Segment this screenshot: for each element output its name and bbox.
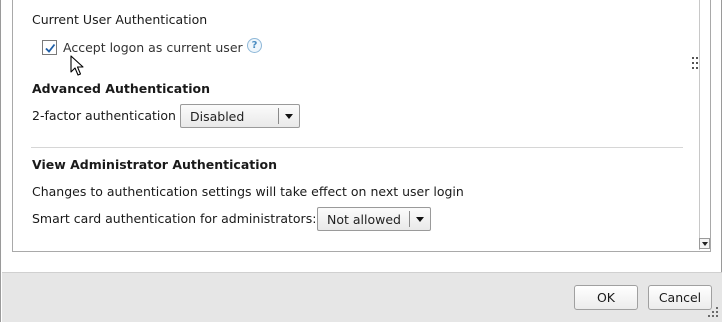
- scroll-down-button[interactable]: [699, 238, 710, 249]
- cancel-button[interactable]: Cancel: [648, 285, 712, 310]
- smart-card-label: Smart card authentication for administra…: [32, 211, 317, 226]
- section-label-current-user-auth: Current User Authentication: [32, 12, 208, 27]
- two-factor-label: 2-factor authentication: [32, 108, 176, 123]
- scrollbar-grip-icon[interactable]: [692, 56, 698, 70]
- section-divider: [31, 147, 683, 148]
- accept-logon-label[interactable]: Accept logon as current user: [63, 40, 243, 55]
- auth-change-note: Changes to authentication settings will …: [32, 184, 464, 199]
- mouse-pointer-icon: [70, 55, 84, 76]
- two-factor-dropdown[interactable]: Disabled: [180, 104, 300, 128]
- chevron-down-icon: [279, 113, 299, 119]
- smart-card-value: Not allowed: [327, 211, 401, 227]
- accept-logon-checkbox[interactable]: [42, 40, 57, 55]
- scrollbar-track[interactable]: [699, 0, 712, 250]
- advanced-auth-heading: Advanced Authentication: [32, 81, 210, 96]
- chevron-down-icon: [410, 216, 430, 222]
- resize-grip-icon[interactable]: [707, 306, 719, 318]
- two-factor-value: Disabled: [190, 108, 245, 124]
- ok-button[interactable]: OK: [574, 285, 638, 310]
- smart-card-dropdown[interactable]: Not allowed: [317, 207, 431, 231]
- settings-panel: Current User Authentication Accept logon…: [12, 0, 711, 252]
- dialog-footer: OK Cancel: [2, 272, 722, 322]
- help-icon[interactable]: ?: [247, 38, 262, 53]
- admin-auth-heading: View Administrator Authentication: [32, 157, 278, 172]
- dialog-window: Current User Authentication Accept logon…: [0, 0, 722, 322]
- checkmark-icon: [44, 43, 55, 53]
- arrow-down-icon: [701, 241, 708, 246]
